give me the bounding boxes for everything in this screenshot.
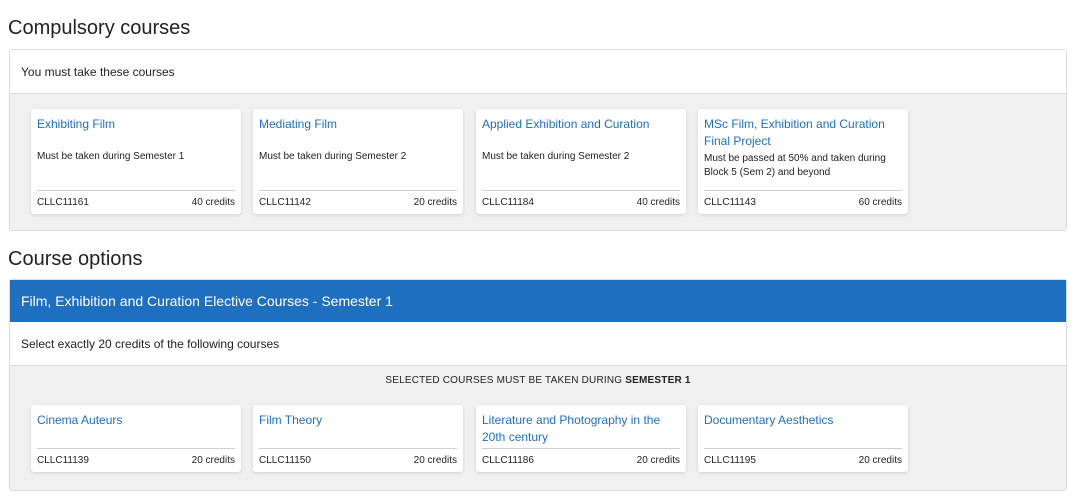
course-credits: 20 credits (413, 197, 457, 208)
course-code: CLLC11184 (482, 197, 534, 208)
course-requirement: Must be taken during Semester 2 (259, 151, 407, 162)
course-footer: CLLC11195 20 credits (704, 448, 902, 472)
course-credits: 20 credits (413, 455, 457, 466)
course-credits: 20 credits (636, 455, 680, 466)
course-card-cinema-auteurs[interactable]: Cinema Auteurs CLLC11139 20 credits (31, 405, 241, 472)
course-credits: 40 credits (636, 197, 680, 208)
course-footer: CLLC11184 40 credits (482, 190, 680, 214)
course-code: CLLC11161 (37, 197, 89, 208)
compulsory-courses-panel: You must take these courses Exhibiting F… (9, 49, 1067, 231)
course-code: CLLC11195 (704, 455, 756, 466)
course-title-link[interactable]: Exhibiting Film (37, 116, 235, 133)
course-requirement: Must be taken during Semester 1 (37, 151, 185, 162)
course-card-applied-exhibition[interactable]: Applied Exhibition and Curation Must be … (476, 109, 686, 214)
course-code: CLLC11150 (259, 455, 311, 466)
course-credits: 20 credits (191, 455, 235, 466)
compulsory-courses-subtitle: You must take these courses (10, 50, 1066, 94)
course-card-documentary-aesthetics[interactable]: Documentary Aesthetics CLLC11195 20 cred… (698, 405, 908, 472)
course-title-link[interactable]: Literature and Photography in the 20th c… (482, 412, 680, 446)
course-options-heading: Course options (8, 248, 143, 270)
compulsory-courses-heading: Compulsory courses (8, 17, 191, 39)
course-title-link[interactable]: MSc Film, Exhibition and Curation Final … (704, 116, 902, 150)
course-options-panel: Film, Exhibition and Curation Elective C… (9, 279, 1067, 491)
course-card-film-theory[interactable]: Film Theory CLLC11150 20 credits (253, 405, 463, 472)
course-footer: CLLC11186 20 credits (482, 448, 680, 472)
semester-note: SELECTED COURSES MUST BE TAKEN DURING SE… (10, 375, 1066, 386)
course-requirement: Must be taken during Semester 2 (482, 151, 630, 162)
course-footer: CLLC11161 40 credits (37, 190, 235, 214)
course-requirement: Must be passed at 50% and taken during B… (704, 153, 886, 178)
course-card-exhibiting-film[interactable]: Exhibiting Film Must be taken during Sem… (31, 109, 241, 214)
semester-note-text: SELECTED COURSES MUST BE TAKEN DURING (385, 375, 623, 386)
course-code: CLLC11143 (704, 197, 756, 208)
course-title-link[interactable]: Documentary Aesthetics (704, 412, 902, 429)
course-credits: 60 credits (858, 197, 902, 208)
course-code: CLLC11142 (259, 197, 311, 208)
course-title-link[interactable]: Applied Exhibition and Curation (482, 116, 680, 133)
course-credits: 20 credits (858, 455, 902, 466)
course-card-literature-photography[interactable]: Literature and Photography in the 20th c… (476, 405, 686, 472)
course-card-mediating-film[interactable]: Mediating Film Must be taken during Seme… (253, 109, 463, 214)
elective-group-header: Film, Exhibition and Curation Elective C… (10, 280, 1066, 322)
elective-instruction: Select exactly 20 credits of the followi… (10, 322, 1066, 366)
course-code: CLLC11139 (37, 455, 89, 466)
course-title-link[interactable]: Mediating Film (259, 116, 457, 133)
course-card-final-project[interactable]: MSc Film, Exhibition and Curation Final … (698, 109, 908, 214)
course-code: CLLC11186 (482, 455, 534, 466)
course-footer: CLLC11139 20 credits (37, 448, 235, 472)
course-footer: CLLC11143 60 credits (704, 190, 902, 214)
course-title-link[interactable]: Film Theory (259, 412, 457, 429)
course-credits: 40 credits (191, 197, 235, 208)
course-footer: CLLC11150 20 credits (259, 448, 457, 472)
course-footer: CLLC11142 20 credits (259, 190, 457, 214)
course-title-link[interactable]: Cinema Auteurs (37, 412, 235, 429)
semester-note-bold: SEMESTER 1 (625, 375, 691, 386)
